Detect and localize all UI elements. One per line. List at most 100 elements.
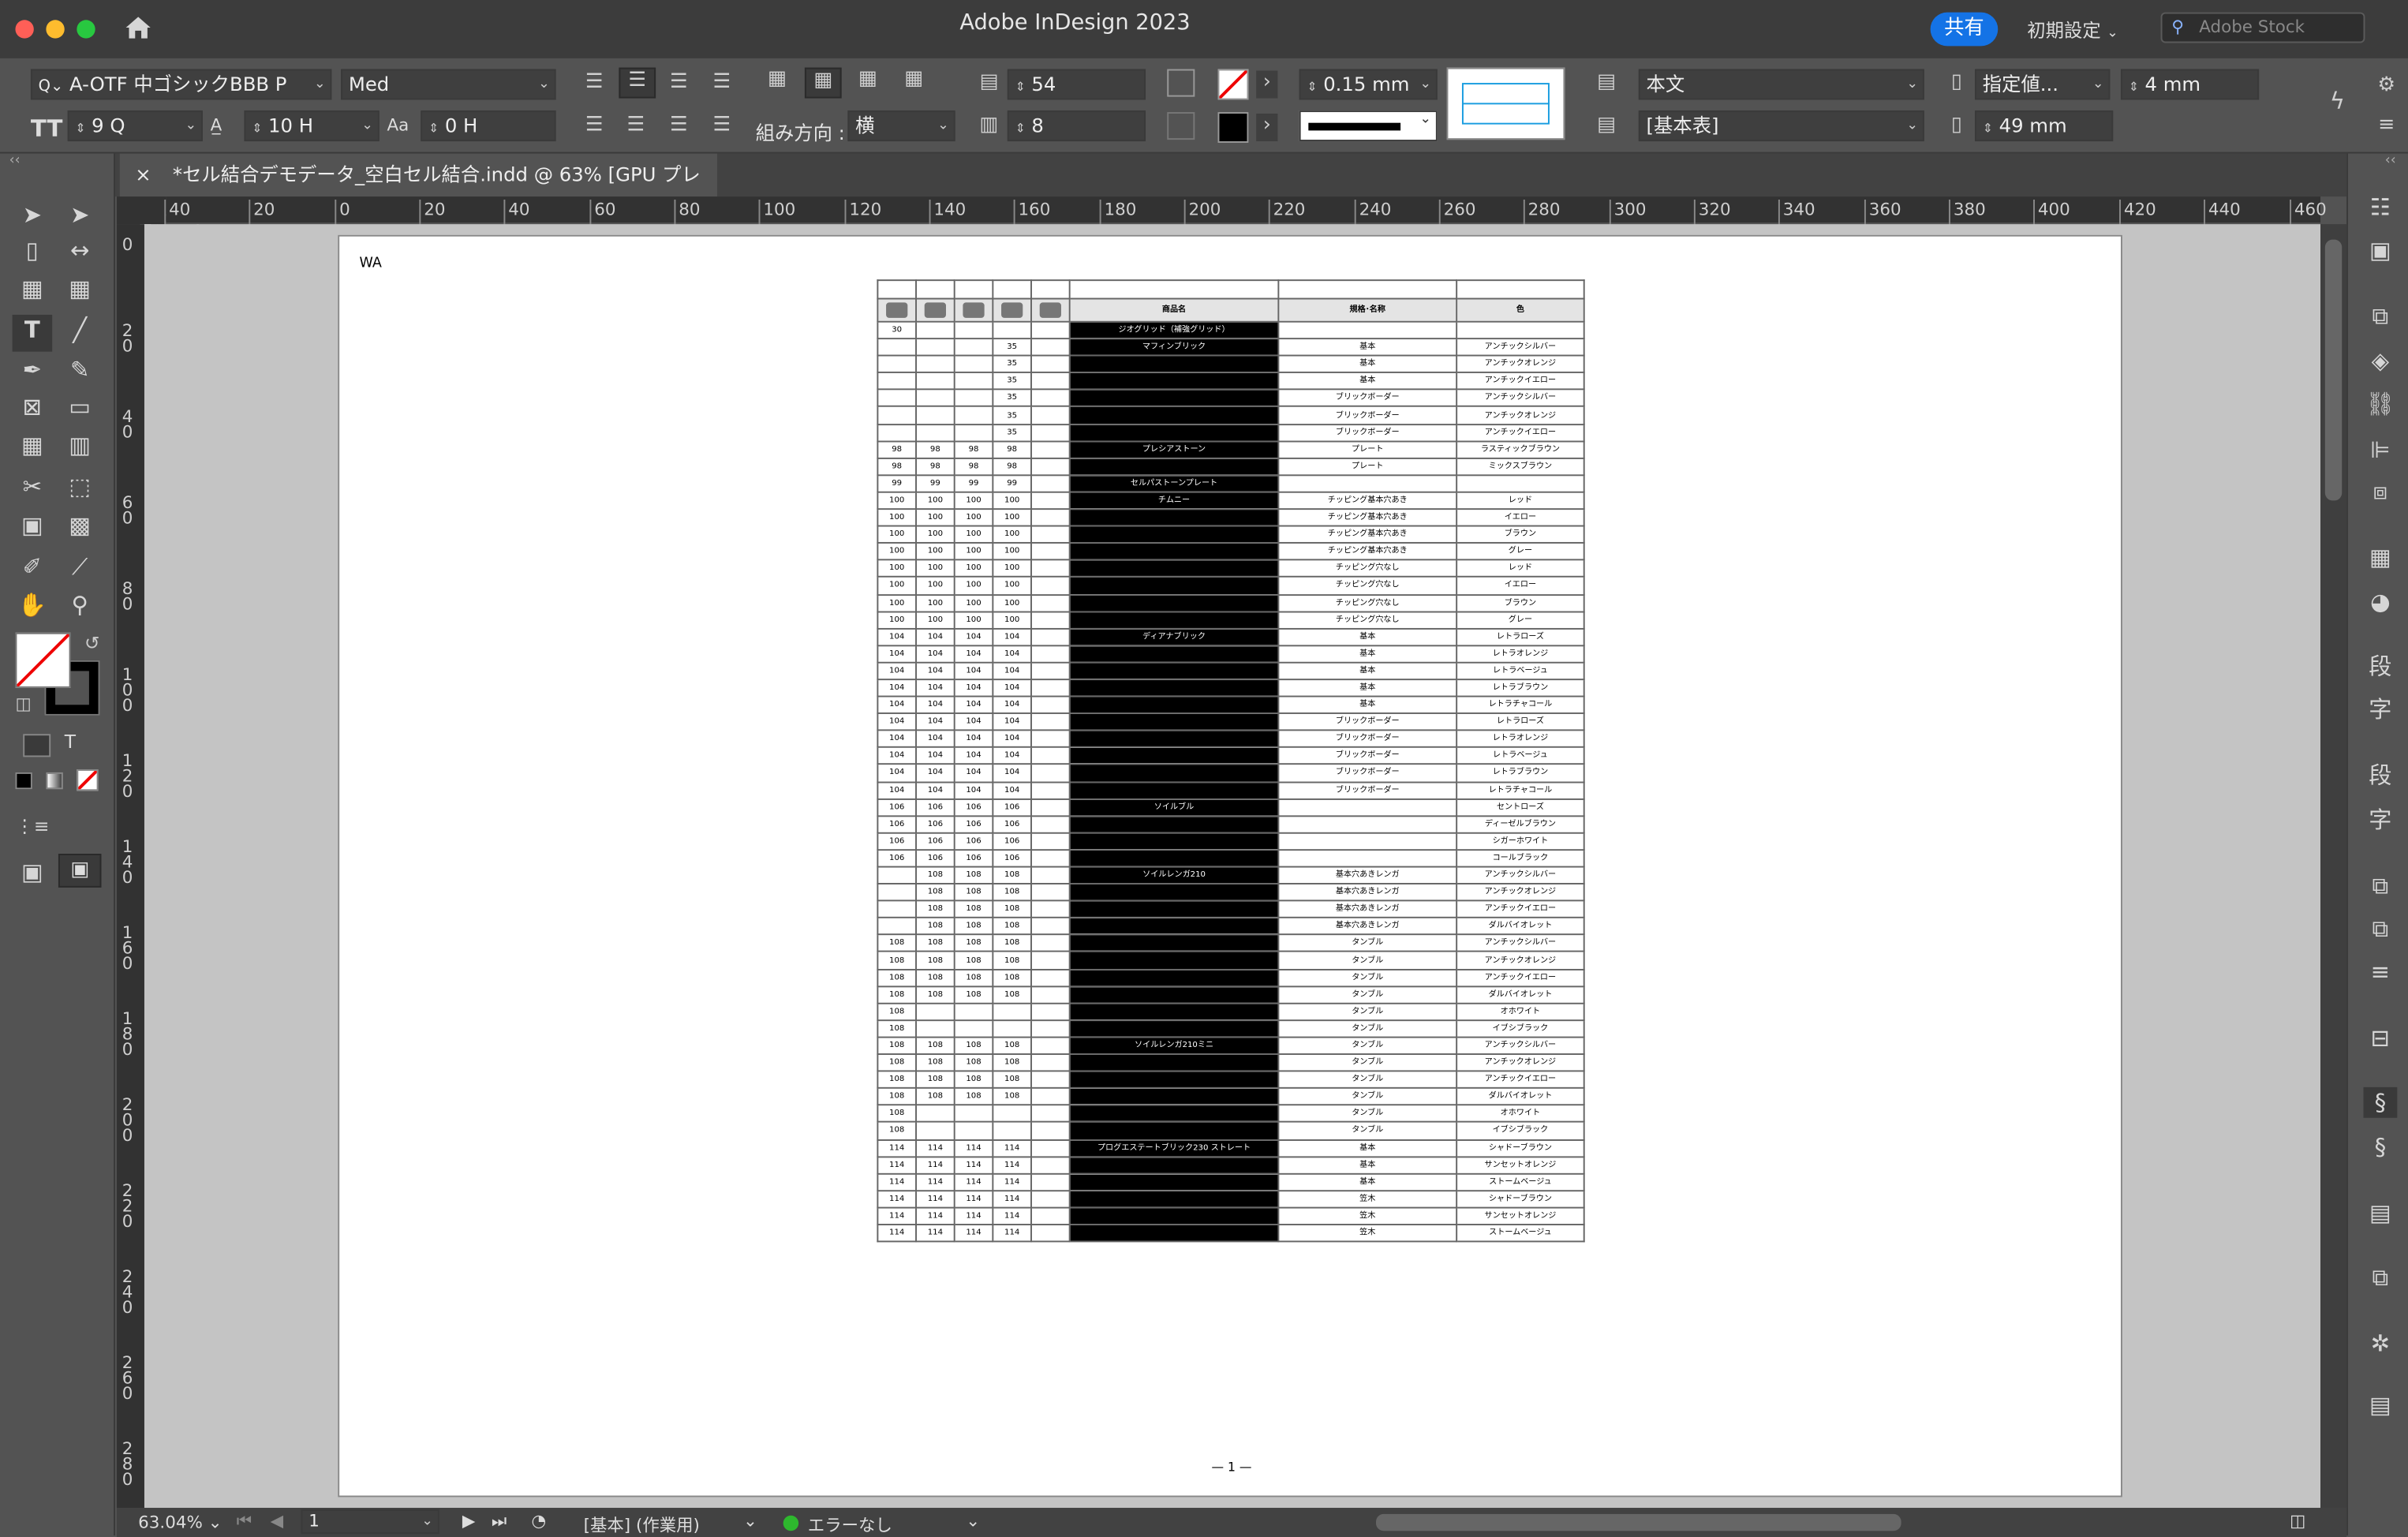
- table-cell[interactable]: [953, 1104, 994, 1124]
- cell-grid-icon[interactable]: ▦: [854, 68, 881, 92]
- table-cell[interactable]: 98: [877, 439, 918, 459]
- table-cell[interactable]: 104: [953, 712, 994, 731]
- eyedropper-tool-icon[interactable]: ⟋: [63, 552, 97, 582]
- table-panel-icon[interactable]: ▦: [2364, 542, 2398, 573]
- table-cell[interactable]: 104: [992, 780, 1032, 800]
- table-cell[interactable]: [1068, 423, 1280, 442]
- chevron-right-icon[interactable]: ›: [1256, 114, 1278, 142]
- vertical-grid-tool-icon[interactable]: ▥: [63, 430, 97, 461]
- table-cell[interactable]: オホワイト: [1456, 1104, 1585, 1124]
- table-cell[interactable]: [1030, 746, 1071, 766]
- table-cell[interactable]: ディアナブリック: [1068, 627, 1280, 646]
- table-row[interactable]: 98 98 98 98 プレート ミックスブラウン: [877, 457, 1585, 476]
- table-cell[interactable]: 108: [992, 1036, 1032, 1056]
- table-cell[interactable]: 108: [953, 933, 994, 953]
- table-cell[interactable]: [1068, 746, 1280, 766]
- table-cell[interactable]: 104: [992, 644, 1032, 664]
- screen-mode-icon[interactable]: ▣: [58, 854, 102, 888]
- rows-field[interactable]: ⇕ 54: [1007, 69, 1146, 100]
- table-cell[interactable]: 108: [953, 1087, 994, 1106]
- scroll-thumb[interactable]: [2324, 239, 2343, 501]
- table-cell[interactable]: [1030, 354, 1071, 374]
- table-row[interactable]: 108 タンブル イブシブラック: [877, 1121, 1585, 1140]
- table-cell[interactable]: [915, 1121, 955, 1140]
- default-colors-icon[interactable]: ◫: [15, 694, 31, 714]
- table-row[interactable]: 100 100 100 100 チッピング基本穴あき グレー: [877, 542, 1585, 561]
- table-cell[interactable]: グレー: [1456, 542, 1585, 561]
- apply-color-icon[interactable]: [15, 772, 32, 790]
- table-cell[interactable]: [1068, 576, 1280, 596]
- table-cell[interactable]: 104: [992, 695, 1032, 715]
- lightning-icon[interactable]: ϟ: [2325, 89, 2350, 114]
- document-page[interactable]: WA 商品名 規格･名称色 30 ジオグリッド（補強グリッド） 35 マフィンブリック 基本…: [338, 234, 2122, 1498]
- align-right-icon[interactable]: ☰: [665, 71, 693, 95]
- table-cell[interactable]: [1030, 1172, 1071, 1191]
- table-cell[interactable]: 108: [953, 1036, 994, 1056]
- align-middle-icon[interactable]: ☰: [622, 114, 649, 138]
- effects-panel-icon[interactable]: ✲: [2364, 1328, 2398, 1359]
- align-justify-icon[interactable]: ☰: [708, 71, 735, 95]
- table-cell[interactable]: 104: [915, 695, 955, 715]
- table-cell[interactable]: [1030, 1019, 1071, 1038]
- table-cell[interactable]: 100: [953, 508, 994, 527]
- table-cell[interactable]: アンチックイエロー: [1456, 372, 1585, 391]
- table-row[interactable]: 35 ブリックボーダー アンチックイエロー: [877, 423, 1585, 442]
- table-cell[interactable]: シャドーブラウン: [1456, 1139, 1585, 1157]
- table-cell[interactable]: 104: [953, 746, 994, 766]
- table-cell[interactable]: タンブル: [1277, 1053, 1458, 1072]
- stroke-weight-field[interactable]: ⇕ 0.15 mm ⌄: [1299, 69, 1438, 100]
- table-cell[interactable]: 108: [992, 968, 1032, 987]
- stepper-icon[interactable]: ⇕: [428, 122, 439, 136]
- gear-icon[interactable]: ⚙: [2374, 73, 2399, 98]
- align-center-icon[interactable]: ☰: [619, 67, 656, 99]
- table-cell[interactable]: 114: [877, 1206, 918, 1225]
- table-cell[interactable]: [1030, 849, 1071, 868]
- table-row[interactable]: 108 108 108 ソイルレンガ210 基本穴あきレンガ アンチックシルバー: [877, 866, 1585, 885]
- table-cell[interactable]: サンセットオレンジ: [1456, 1206, 1585, 1225]
- table-cell[interactable]: 98: [877, 457, 918, 476]
- table-cell[interactable]: [915, 279, 955, 300]
- table-cell[interactable]: [1068, 814, 1280, 834]
- table-cell[interactable]: [992, 1002, 1032, 1021]
- table-cell[interactable]: [1068, 729, 1280, 749]
- transform-panel-icon[interactable]: ⧉: [2364, 1262, 2398, 1293]
- fill-swatch[interactable]: [15, 632, 71, 688]
- table-row[interactable]: 30 ジオグリッド（補強グリッド）: [877, 320, 1585, 340]
- stroke-type-select[interactable]: ⌄: [1299, 110, 1438, 142]
- table-cell[interactable]: [877, 389, 918, 408]
- table-cell[interactable]: [877, 866, 918, 885]
- document-tab[interactable]: × *セル結合デモデータ_空白セル結合.indd @ 63% [GPU プレビュ…: [119, 153, 717, 229]
- table-cell[interactable]: 104: [953, 627, 994, 646]
- table-cell[interactable]: 104: [953, 661, 994, 681]
- cell-grid-selected-icon[interactable]: ▦: [804, 67, 842, 99]
- table-cell[interactable]: 108: [915, 1087, 955, 1106]
- table-cell[interactable]: 108: [915, 968, 955, 987]
- table-cell[interactable]: 108: [915, 899, 955, 919]
- table-cell[interactable]: [1030, 729, 1071, 749]
- table-cell[interactable]: [1030, 542, 1071, 561]
- table-row[interactable]: 114 114 114 114 基本 ストームベージュ: [877, 1172, 1585, 1191]
- table-cell[interactable]: [953, 423, 994, 442]
- align-top-icon[interactable]: ☰: [581, 114, 608, 138]
- table-row[interactable]: 98 98 98 98 プレシアストーン プレート ラスティックブラウン: [877, 439, 1585, 459]
- table-cell[interactable]: 108: [915, 985, 955, 1004]
- layers-panel-icon[interactable]: ◈: [2364, 346, 2398, 376]
- table-cell[interactable]: レトラチャコール: [1456, 780, 1585, 800]
- table-cell[interactable]: [1030, 917, 1071, 936]
- comments-panel-icon[interactable]: ▤: [2364, 1198, 2398, 1228]
- table-cell[interactable]: 104: [992, 746, 1032, 766]
- column-width-field[interactable]: ⇕ 49 mm: [1975, 110, 2114, 142]
- align-panel-icon[interactable]: ⊫: [2364, 435, 2398, 466]
- table-row[interactable]: 108 108 108 基本穴あきレンガ ダルバイオレット: [877, 917, 1585, 936]
- font-size-field[interactable]: ⇕ 9 Q ⌄: [67, 110, 203, 142]
- table-cell[interactable]: 104: [877, 661, 918, 681]
- table-cell[interactable]: [1030, 985, 1071, 1004]
- table-cell[interactable]: [1030, 1104, 1071, 1124]
- character-styles-icon[interactable]: 字: [2364, 694, 2398, 725]
- chevron-down-icon[interactable]: ⌄: [743, 1511, 757, 1531]
- table-cell[interactable]: [1030, 320, 1071, 340]
- table-cell[interactable]: イエロー: [1456, 576, 1585, 596]
- table-cell[interactable]: 108: [992, 883, 1032, 902]
- table-cell[interactable]: 114: [915, 1139, 955, 1157]
- table-cell[interactable]: 108: [992, 866, 1032, 885]
